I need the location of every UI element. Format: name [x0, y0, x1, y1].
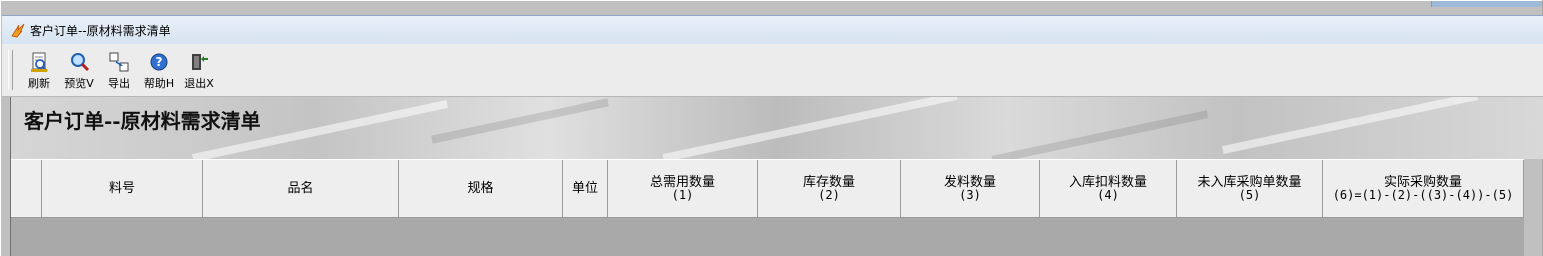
report-heading: 客户订单--原材料需求清单 [24, 109, 261, 133]
column-header-actual-purchase[interactable]: 实际采购数量 (6)=(1)-(2)-((3)-(4))-(5) [1323, 160, 1524, 218]
column-label: 料号 [108, 181, 135, 196]
refresh-button[interactable]: 刷新 [19, 47, 59, 93]
preview-button[interactable]: 预览V [59, 47, 99, 93]
column-header-stock[interactable]: 库存数量 (2) [758, 160, 901, 218]
banner-streak [991, 110, 1209, 159]
column-label: 库存数量 [802, 174, 855, 190]
help-label: 帮助H [143, 77, 175, 90]
column-label: 发料数量 [943, 174, 996, 190]
report-window: 客户订单--原材料需求清单 刷新 预览V 导出 ? 帮助H 退出X 客户订单--… [0, 0, 1543, 256]
exit-label: 退出X [184, 77, 214, 90]
column-header-total-required[interactable]: 总需用数量 (1) [608, 160, 758, 218]
column-header-item-name[interactable]: 品名 [203, 160, 399, 218]
exit-button[interactable]: 退出X [179, 47, 219, 93]
help-icon: ? [150, 53, 168, 71]
column-label: 实际采购数量 [1383, 174, 1462, 190]
column-formula: (6)=(1)-(2)-((3)-(4))-(5) [1332, 187, 1514, 202]
column-formula: (4) [1097, 187, 1119, 202]
export-button[interactable]: 导出 [99, 47, 139, 93]
column-formula: (3) [959, 187, 981, 202]
preview-label: 预览V [64, 77, 94, 90]
row-selector-header[interactable] [10, 160, 42, 218]
banner-streak [431, 98, 609, 144]
flame-app-icon [11, 23, 25, 38]
report-banner: 客户订单--原材料需求清单 [10, 97, 1543, 159]
refresh-page-icon [31, 52, 48, 72]
top-right-strip [1431, 1, 1542, 7]
column-label: 单位 [571, 181, 598, 196]
toolbar: 刷新 预览V 导出 ? 帮助H 退出X [2, 44, 1543, 97]
grid-left-border [10, 97, 11, 256]
column-label: 品名 [287, 181, 314, 196]
svg-text:?: ? [156, 55, 163, 69]
column-label: 入库扣料数量 [1068, 174, 1147, 190]
requirements-grid[interactable]: 料号 品名 规格 单位 总需用数量 (1) 库存数量 (2) 发料数量 (3) [10, 159, 1524, 219]
column-label: 总需用数量 [649, 174, 715, 190]
banner-streak [1222, 97, 1478, 154]
column-header-inbound-deduct[interactable]: 入库扣料数量 (4) [1040, 160, 1177, 218]
exit-door-icon [192, 54, 208, 70]
toolbar-grip[interactable] [8, 50, 13, 90]
title-bar: 客户订单--原材料需求清单 [2, 15, 1543, 45]
column-header-pending-po[interactable]: 未入库采购单数量 (5) [1177, 160, 1323, 218]
window-title: 客户订单--原材料需求清单 [30, 23, 171, 38]
refresh-label: 刷新 [28, 77, 50, 90]
export-icon [109, 52, 129, 72]
column-formula: (1) [671, 187, 694, 202]
export-label: 导出 [108, 77, 130, 90]
column-formula: (2) [818, 187, 840, 202]
banner-streak [662, 97, 958, 159]
grid-header-row: 料号 品名 规格 单位 总需用数量 (1) 库存数量 (2) 发料数量 (3) [10, 159, 1524, 218]
column-header-issued[interactable]: 发料数量 (3) [901, 160, 1040, 218]
magnifier-icon [71, 53, 90, 72]
help-button[interactable]: ? 帮助H [139, 47, 179, 93]
column-header-unit[interactable]: 单位 [563, 160, 608, 218]
column-header-item-no[interactable]: 料号 [42, 160, 203, 218]
grid-empty-area[interactable] [10, 218, 1524, 256]
column-label: 规格 [467, 181, 494, 196]
column-label: 未入库采购单数量 [1197, 174, 1302, 190]
column-header-spec[interactable]: 规格 [399, 160, 563, 218]
column-formula: (5) [1238, 187, 1261, 202]
